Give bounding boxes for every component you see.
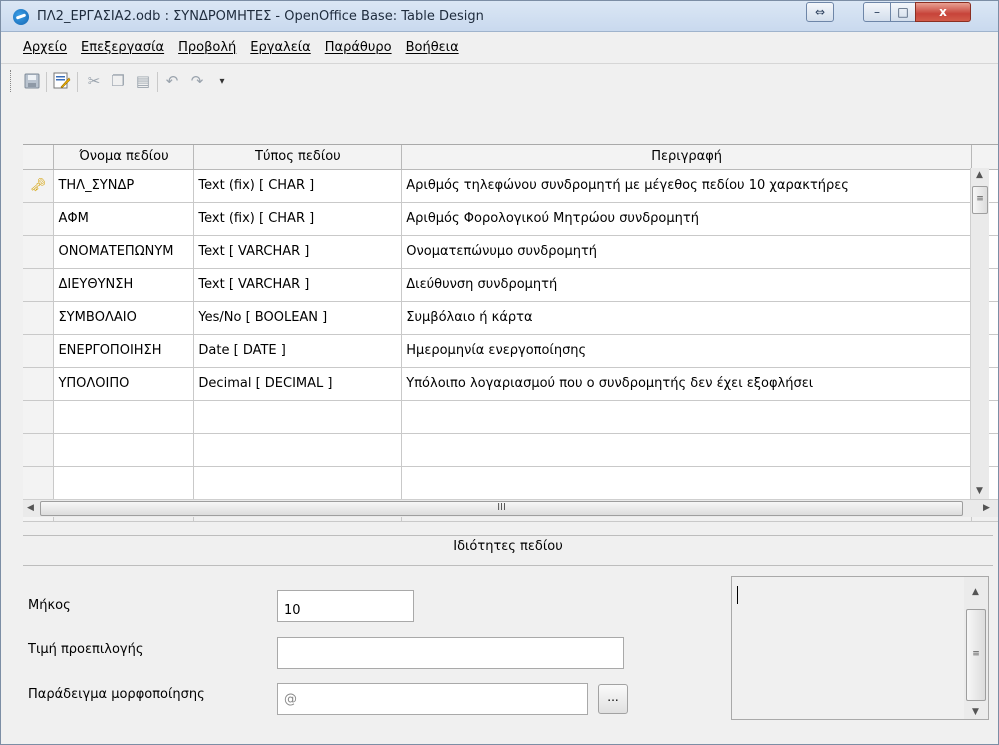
format-example-label: Παράδειγμα μορφοποίησης: [28, 687, 205, 702]
scroll-up-icon[interactable]: ▲: [976, 170, 983, 180]
default-value-label: Τιμή προεπιλογής: [28, 642, 144, 657]
field-name-cell[interactable]: ΔΙΕΥΘΥΝΣΗ: [53, 268, 195, 302]
properties-divider: [23, 565, 993, 566]
properties-divider: [23, 535, 993, 536]
description-cell[interactable]: Ημερομηνία ενεργοποίησης: [401, 334, 973, 368]
field-name-cell[interactable]: ΕΝΕΡΓΟΠΟΙΗΣΗ: [53, 334, 195, 368]
row-header[interactable]: 🗝: [23, 169, 55, 203]
close-button[interactable]: x: [915, 2, 971, 22]
description-cell[interactable]: Διεύθυνση συνδρομητή: [401, 268, 973, 302]
scroll-down-icon[interactable]: ▼: [976, 486, 983, 496]
format-example-field: @: [277, 683, 588, 715]
column-header-description[interactable]: Περιγραφή: [401, 145, 973, 170]
default-value-input[interactable]: [277, 637, 624, 669]
field-type-cell[interactable]: Text [ VARCHAR ]: [193, 235, 403, 269]
column-header-field-type[interactable]: Τύπος πεδίου: [193, 145, 403, 170]
format-options-button[interactable]: ...: [598, 684, 628, 714]
redo-icon[interactable]: ↷: [188, 72, 206, 90]
toolbar-grip[interactable]: [10, 70, 13, 92]
menu-file[interactable]: Αρχείο: [23, 40, 67, 55]
length-input[interactable]: [277, 590, 414, 622]
menu-edit[interactable]: Επεξεργασία: [81, 40, 164, 55]
primary-key-icon: 🗝: [29, 178, 47, 193]
row-header[interactable]: [23, 268, 55, 302]
description-cell[interactable]: Ονοματεπώνυμο συνδρομητή: [401, 235, 973, 269]
field-type-cell[interactable]: Text (fix) [ CHAR ]: [193, 169, 403, 203]
field-type-cell[interactable]: Date [ DATE ]: [193, 334, 403, 368]
cut-icon[interactable]: ✂: [85, 72, 103, 90]
empty-row[interactable]: [23, 433, 998, 467]
row-header[interactable]: [23, 367, 55, 401]
column-header-filler: [971, 145, 998, 170]
menu-view[interactable]: Προβολή: [178, 40, 236, 55]
field-name-cell[interactable]: ΤΗΛ_ΣΥΝΔΡ: [53, 169, 195, 203]
scroll-left-icon[interactable]: ◀: [27, 503, 34, 513]
row-header-corner: [23, 145, 55, 170]
description-cell[interactable]: Αριθμός τηλεφώνου συνδρομητή με μέγεθος …: [401, 169, 973, 203]
copy-icon[interactable]: ❐: [109, 72, 127, 90]
empty-row[interactable]: [23, 466, 998, 500]
menu-window[interactable]: Παράθυρο: [325, 40, 392, 55]
minimize-button[interactable]: –: [863, 2, 891, 22]
text-cursor: [737, 586, 738, 604]
length-label: Μήκος: [28, 598, 71, 613]
table-row[interactable]: 🗝 ΤΗΛ_ΣΥΝΔΡ Text (fix) [ CHAR ] Αριθμός …: [23, 169, 998, 203]
openoffice-app-icon: [13, 9, 29, 25]
row-header[interactable]: [23, 301, 55, 335]
toolbar-overflow-icon[interactable]: ▾: [213, 72, 231, 90]
title-bar[interactable]: ΠΛ2_ΕΡΓΑΣΙΑ2.odb : ΣΥΝΔΡΟΜΗΤΕΣ - OpenOff…: [1, 1, 998, 32]
description-cell[interactable]: Αριθμός Φορολογικού Μητρώου συνδρομητή: [401, 202, 973, 236]
menu-tools[interactable]: Εργαλεία: [250, 40, 310, 55]
field-type-cell[interactable]: Yes/No [ BOOLEAN ]: [193, 301, 403, 335]
help-text-area[interactable]: [731, 576, 989, 720]
row-header[interactable]: [23, 334, 55, 368]
field-type-cell[interactable]: Text (fix) [ CHAR ]: [193, 202, 403, 236]
table-row[interactable]: ΕΝΕΡΓΟΠΟΙΗΣΗ Date [ DATE ] Ημερομηνία εν…: [23, 334, 998, 368]
table-row[interactable]: ΣΥΜΒΟΛΑΙΟ Yes/No [ BOOLEAN ] Συμβόλαιο ή…: [23, 301, 998, 335]
help-scrollbar[interactable]: ▲ ≡ ▼: [964, 577, 988, 719]
menu-bar: Αρχείο Επεξεργασία Προβολή Εργαλεία Παρά…: [1, 32, 998, 62]
field-type-cell[interactable]: Decimal [ DECIMAL ]: [193, 367, 403, 401]
field-name-cell[interactable]: ΟΝΟΜΑΤΕΠΩΝΥΜ: [53, 235, 195, 269]
resize-toggle-button[interactable]: ⇔: [806, 2, 834, 22]
table-row[interactable]: ΥΠΟΛΟΙΠΟ Decimal [ DECIMAL ] Υπόλοιπο λο…: [23, 367, 998, 401]
edit-icon[interactable]: [53, 72, 71, 90]
field-grid: Όνομα πεδίου Τύπος πεδίου Περιγραφή 🗝 ΤΗ…: [23, 144, 998, 522]
save-icon[interactable]: [23, 72, 41, 90]
field-table: Όνομα πεδίου Τύπος πεδίου Περιγραφή 🗝 ΤΗ…: [23, 145, 998, 522]
row-header[interactable]: [23, 235, 55, 269]
row-header[interactable]: [23, 202, 55, 236]
grid-vscroll-thumb[interactable]: ≡: [972, 186, 988, 214]
empty-row[interactable]: [23, 400, 998, 434]
window-title: ΠΛ2_ΕΡΓΑΣΙΑ2.odb : ΣΥΝΔΡΟΜΗΤΕΣ - OpenOff…: [37, 9, 484, 24]
app-window: ΠΛ2_ΕΡΓΑΣΙΑ2.odb : ΣΥΝΔΡΟΜΗΤΕΣ - OpenOff…: [0, 0, 999, 745]
grid-horizontal-scrollbar[interactable]: ◀ III ▶: [23, 499, 998, 517]
scroll-right-icon[interactable]: ▶: [983, 503, 990, 513]
description-cell[interactable]: Συμβόλαιο ή κάρτα: [401, 301, 973, 335]
column-header-field-name[interactable]: Όνομα πεδίου: [53, 145, 195, 170]
table-row[interactable]: ΔΙΕΥΘΥΝΣΗ Text [ VARCHAR ] Διεύθυνση συν…: [23, 268, 998, 302]
grid-vertical-scrollbar[interactable]: ▲ ≡ ▼: [970, 168, 989, 499]
table-row[interactable]: ΟΝΟΜΑΤΕΠΩΝΥΜ Text [ VARCHAR ] Ονοματεπών…: [23, 235, 998, 269]
field-properties-title: Ιδιότητες πεδίου: [453, 539, 563, 554]
field-name-cell[interactable]: ΣΥΜΒΟΛΑΙΟ: [53, 301, 195, 335]
field-name-cell[interactable]: ΥΠΟΛΟΙΠΟ: [53, 367, 195, 401]
description-cell[interactable]: Υπόλοιπο λογαριασμού που ο συνδρομητής δ…: [401, 367, 973, 401]
maximize-button[interactable]: □: [890, 2, 916, 22]
field-name-cell[interactable]: ΑΦΜ: [53, 202, 195, 236]
menu-help[interactable]: Βοήθεια: [406, 40, 459, 55]
undo-icon[interactable]: ↶: [163, 72, 181, 90]
help-scroll-thumb[interactable]: ≡: [966, 609, 986, 701]
toolbar: ✂ ❐ ▤ ↶ ↷ ▾: [1, 63, 998, 99]
scroll-down-icon[interactable]: ▼: [972, 707, 979, 717]
table-row[interactable]: ΑΦΜ Text (fix) [ CHAR ] Αριθμός Φορολογι…: [23, 202, 998, 236]
scroll-up-icon[interactable]: ▲: [972, 587, 979, 597]
paste-icon[interactable]: ▤: [134, 72, 152, 90]
grid-hscroll-thumb[interactable]: III: [40, 501, 963, 516]
field-type-cell[interactable]: Text [ VARCHAR ]: [193, 268, 403, 302]
